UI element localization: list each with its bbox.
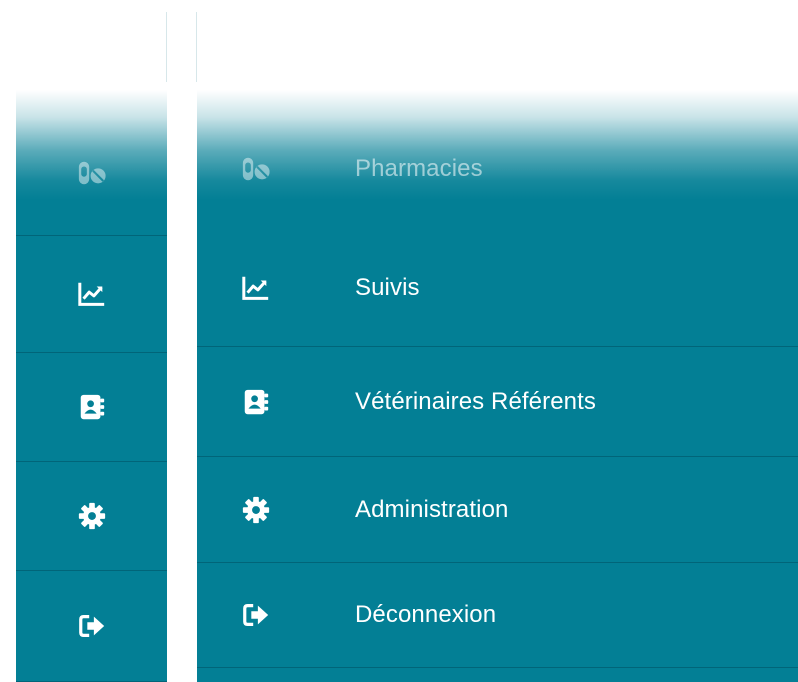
address-book-icon — [77, 392, 107, 422]
sidebar-item-label: Suivis — [355, 274, 420, 301]
app-canvas: Pharmacies Suivis Vétérinaires Référents… — [0, 0, 798, 682]
sidebar-item-veterinaires[interactable] — [16, 353, 167, 462]
sidebar-collapsed — [16, 90, 167, 682]
sidebar-item-pharmacies[interactable]: Pharmacies — [197, 110, 798, 228]
sidebar-item-administration[interactable]: Administration — [197, 457, 798, 563]
pills-icon — [77, 158, 107, 188]
sidebar-item-suivis[interactable]: Suivis — [197, 230, 798, 347]
sidebar-item-label: Administration — [355, 495, 509, 523]
gear-icon — [241, 495, 271, 525]
chart-line-icon — [77, 279, 107, 309]
sidebar-item-deconnexion[interactable] — [16, 571, 167, 682]
address-book-icon — [241, 387, 271, 417]
sidebar-item-veterinaires[interactable]: Vétérinaires Référents — [197, 347, 798, 457]
sidebar-item-label: Vétérinaires Référents — [355, 387, 596, 415]
divider-line — [166, 12, 167, 82]
sidebar-expanded: Pharmacies Suivis Vétérinaires Référents… — [197, 90, 798, 682]
chart-line-icon — [241, 273, 271, 303]
sidebar-item-label: Déconnexion — [355, 601, 497, 628]
divider-line — [196, 12, 197, 82]
sidebar-item-deconnexion[interactable]: Déconnexion — [197, 563, 798, 668]
sidebar-item-label: Pharmacies — [355, 155, 483, 182]
sidebar-item-pharmacies[interactable] — [16, 110, 167, 236]
gear-icon — [77, 501, 107, 531]
sidebar-item-suivis[interactable] — [16, 235, 167, 353]
pills-icon — [241, 154, 271, 184]
sign-out-icon — [77, 611, 107, 641]
sidebar-item-administration[interactable] — [16, 462, 167, 571]
sign-out-icon — [241, 600, 271, 630]
